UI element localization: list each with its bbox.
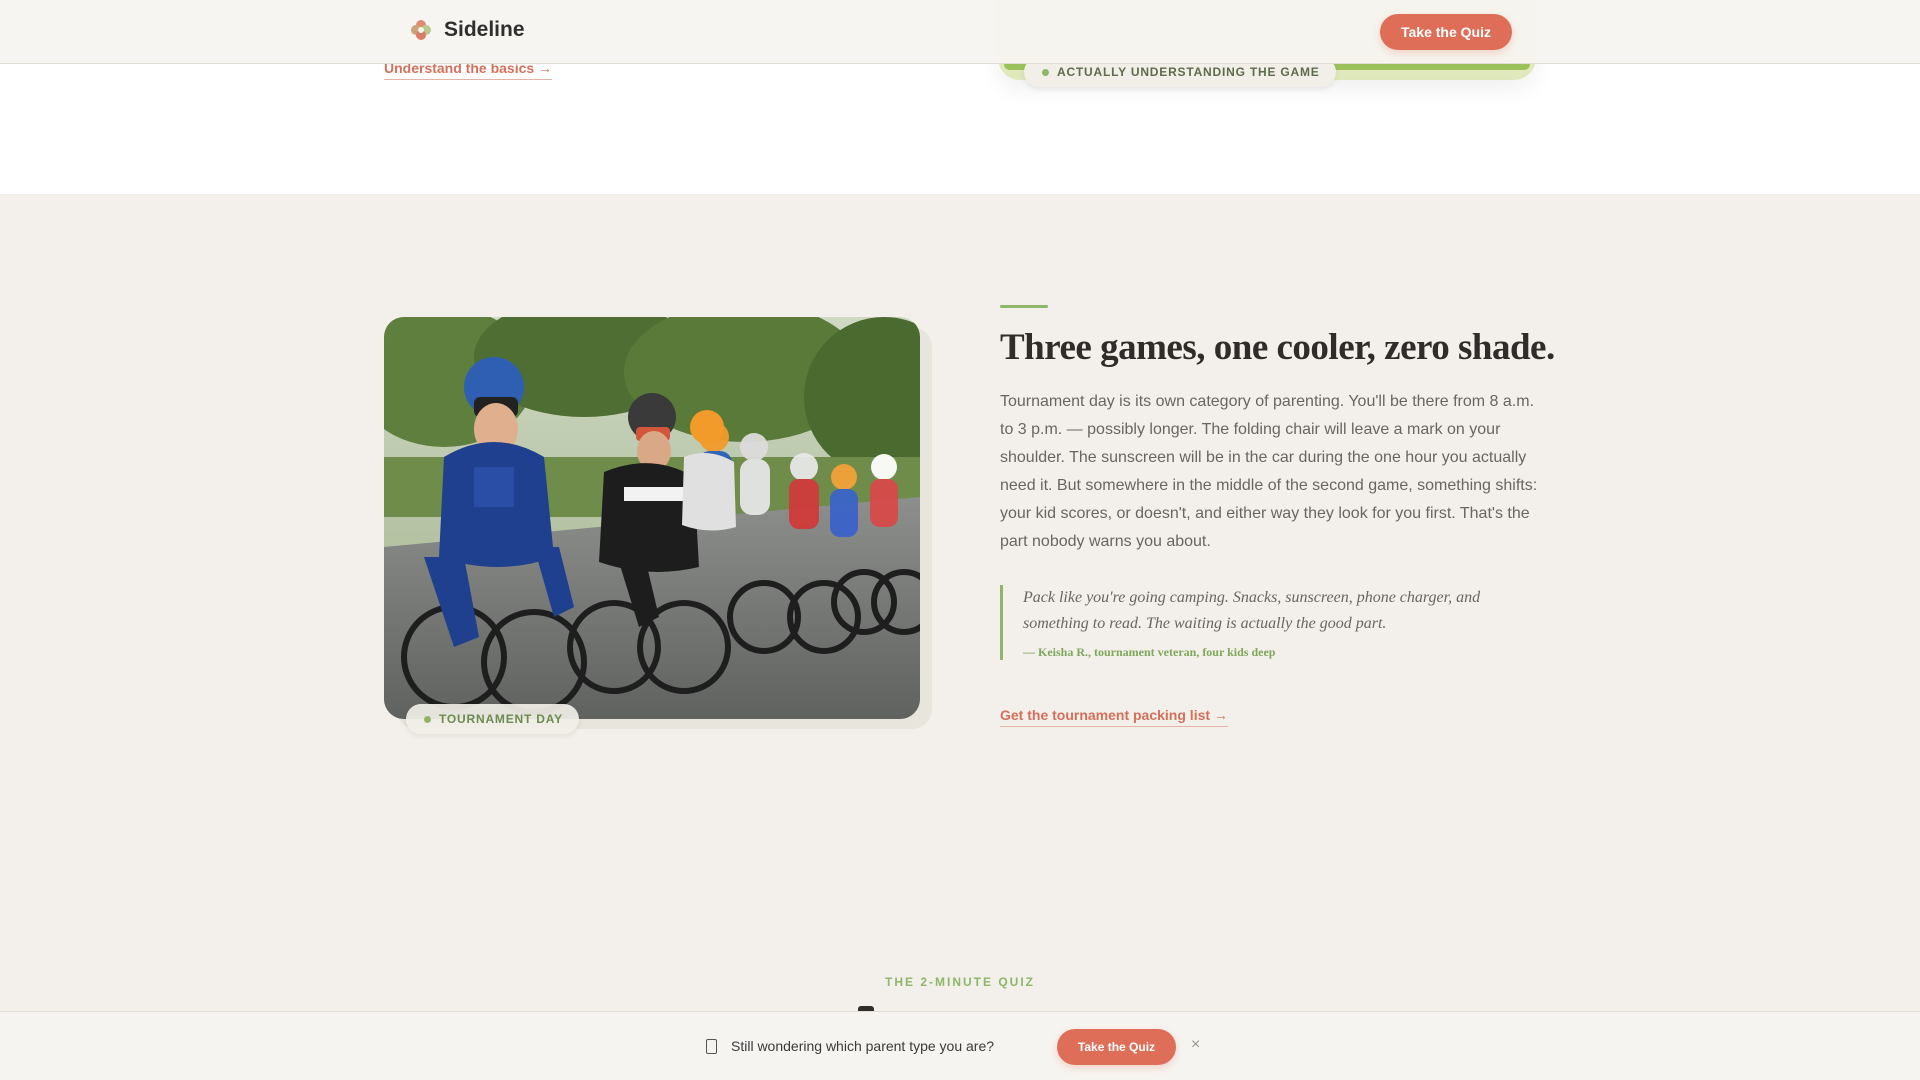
packing-list-link[interactable]: Get the tournament packing list → [1000,707,1228,727]
site-header: Sideline Take the Quiz [0,0,1920,64]
take-quiz-button[interactable]: Take the Quiz [1380,14,1512,50]
sticky-bar-text: Still wondering which parent type you ar… [731,1038,995,1054]
sticky-take-quiz-button[interactable]: Take the Quiz [1057,1029,1176,1065]
brand-name: Sideline [444,18,525,41]
brand[interactable]: Sideline [410,18,525,42]
tournament-chip-label: TOURNAMENT DAY [439,712,563,726]
title-accent-divider [1000,305,1048,308]
close-icon[interactable]: × [1191,1036,1200,1054]
cyclists-illustration [384,317,920,719]
section-title: Three games, one cooler, zero shade. [1000,327,1555,368]
section-body: Tournament day is its own category of pa… [1000,393,1538,550]
flower-logo-icon [411,20,431,40]
testimonial-quote: Pack like you're going camping. Snacks, … [1000,585,1520,660]
quiz-eyebrow: THE 2-MINUTE QUIZ [885,975,1035,989]
clipboard-icon [706,1039,717,1054]
tournament-day-chip: TOURNAMENT DAY [406,704,579,734]
quote-citation: — Keisha R., tournament veteran, four ki… [1023,645,1276,659]
quote-text: Pack like you're going camping. Snacks, … [1023,589,1481,632]
previous-chip-label: ACTUALLY UNDERSTANDING THE GAME [1057,65,1320,79]
cyclists-photo [384,317,920,719]
chip-dot-icon [424,715,431,723]
photo-card [384,317,932,729]
sticky-quiz-bar: Still wondering which parent type you ar… [0,1011,1920,1080]
chip-dot-icon [1042,68,1049,76]
